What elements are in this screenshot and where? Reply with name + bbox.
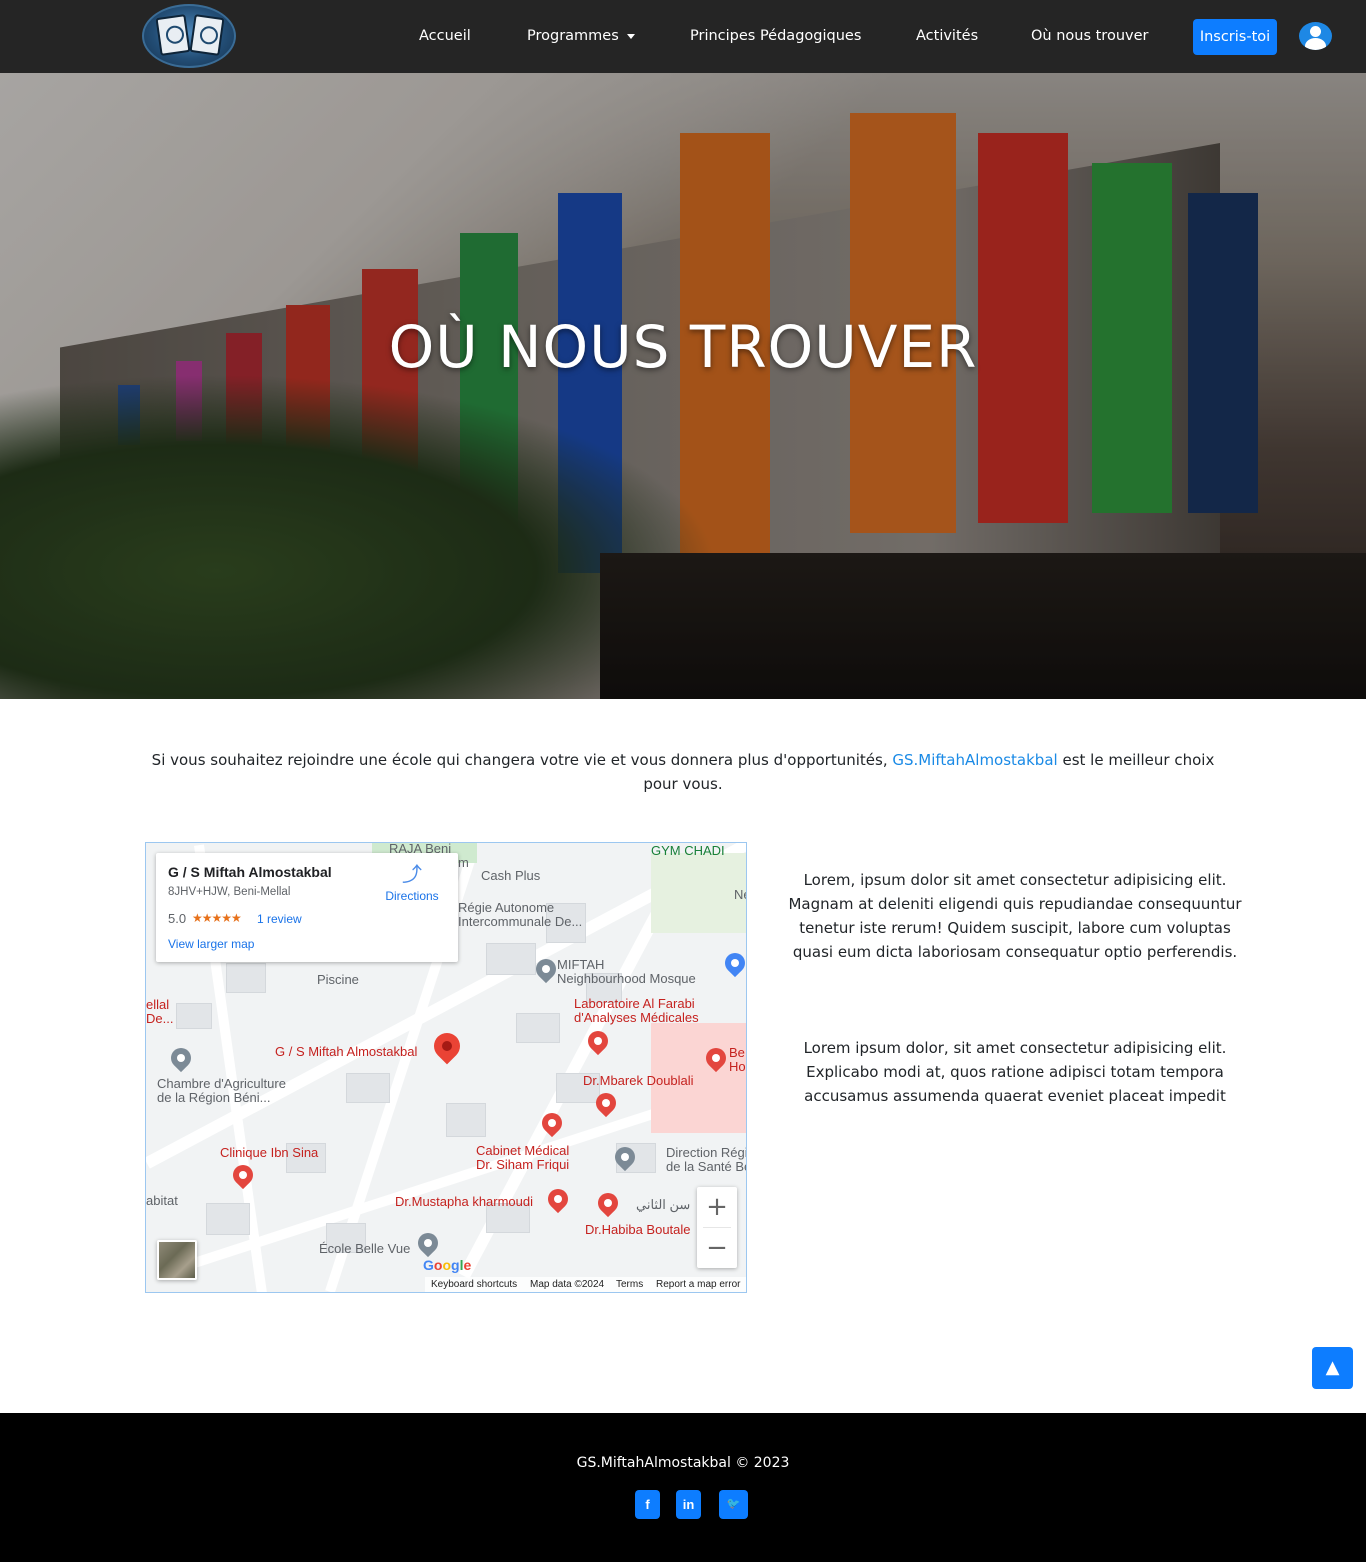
place-info-card: G / S Miftah Almostakbal 8JHV+HJW, Beni-…: [156, 853, 458, 962]
description-paragraph-1: Lorem, ipsum dolor sit amet consectetur …: [788, 871, 1242, 961]
satellite-toggle-button[interactable]: [157, 1240, 197, 1280]
map-block: [516, 1013, 560, 1043]
map-label: Régie Autonome: [458, 900, 555, 915]
map-label: Dr.Mustapha kharmoudi: [395, 1194, 534, 1209]
map-label-main: G / S Miftah Almostakbal: [275, 1044, 418, 1059]
map-label: ellal: [146, 997, 170, 1012]
directions-label: Directions: [385, 889, 439, 903]
shopping-pin-icon[interactable]: [720, 948, 746, 978]
school-pin-icon[interactable]: [413, 1228, 443, 1258]
report-map-error-link[interactable]: Report a map error: [656, 1279, 740, 1290]
nav-link-principes[interactable]: Principes Pédagogiques: [690, 28, 861, 44]
zoom-out-button[interactable]: −: [697, 1228, 737, 1268]
map-label: Cabinet Médical: [476, 1143, 570, 1158]
map-label: Neighbourhood Mosque: [557, 971, 696, 986]
caret-down-icon: [626, 33, 635, 39]
map-block: [346, 1073, 390, 1103]
user-icon-head: [1310, 26, 1321, 37]
reviews-link[interactable]: 1 review: [257, 912, 302, 926]
place-address: 8JHV+HJW, Beni-Mellal: [168, 886, 291, 898]
view-larger-map-link[interactable]: View larger map: [168, 937, 254, 951]
place-name: G / S Miftah Almostakbal: [168, 864, 332, 880]
hero-banner: OÙ NOUS TROUVER: [0, 73, 1366, 699]
place-rating: 5.0: [168, 911, 187, 926]
hero-overlay: [0, 73, 1366, 699]
map-label: Clinique Ibn Sina: [220, 1145, 319, 1160]
school-link[interactable]: GS.MiftahAlmostakbal: [892, 751, 1057, 769]
map-label: De...: [146, 1011, 174, 1026]
map-label: Laboratoire Al Farabi: [574, 996, 695, 1011]
clinic-pin-icon[interactable]: [228, 1160, 258, 1190]
map-label: d'Analyses Médicales: [574, 1010, 699, 1025]
map-label: Be: [729, 1045, 745, 1060]
map-block: [176, 1003, 212, 1029]
map-label: Dr. Siham Friqui: [476, 1157, 570, 1172]
doctor-pin-icon[interactable]: [543, 1184, 573, 1214]
nav-link-programmes-label: Programmes: [527, 28, 619, 44]
arrow-up-icon: ▲: [1325, 1357, 1340, 1378]
map-label: Intercommunale De...: [458, 914, 583, 929]
zoom-in-button[interactable]: +: [697, 1187, 737, 1227]
map-block: [226, 963, 266, 993]
logo-book-right: [189, 14, 225, 56]
google-logo: Google: [423, 1257, 472, 1273]
map-label: Ne: [734, 887, 746, 902]
map-label: m: [458, 855, 469, 870]
footer: GS.MiftahAlmostakbal © 2023 f in 🐦: [0, 1413, 1366, 1562]
description-paragraph-2: Lorem ipsum dolor, sit amet consectetur …: [803, 1039, 1227, 1105]
zoom-controls: + −: [697, 1187, 737, 1268]
intro-text: Si vous souhaitez rejoindre une école qu…: [140, 748, 1226, 796]
map-label: de la Région Béni...: [157, 1090, 271, 1105]
map-label: سن الثاني: [636, 1197, 691, 1212]
copyright-text: GS.MiftahAlmostakbal © 2023: [576, 1455, 790, 1471]
intro-text-before: Si vous souhaitez rejoindre une école qu…: [151, 751, 888, 769]
map-label: Piscine: [317, 972, 359, 987]
doctor-pin-icon[interactable]: [593, 1188, 623, 1218]
map-label: MIFTAH: [557, 957, 605, 972]
map-label: Dr.Habiba Boutale: [585, 1222, 691, 1237]
map-park: [651, 853, 746, 933]
nav-link-programmes[interactable]: Programmes: [527, 28, 635, 44]
user-icon-body: [1305, 38, 1326, 50]
map-block: [446, 1103, 486, 1137]
map-label: GYM CHADI: [651, 843, 725, 858]
back-to-top-button[interactable]: ▲: [1312, 1347, 1353, 1389]
map-attribution-bar: Keyboard shortcuts Map data ©2024 Terms …: [425, 1277, 746, 1292]
map-data-label: Map data ©2024: [530, 1279, 605, 1290]
map-label: École Belle Vue: [319, 1241, 411, 1256]
navbar: Accueil Programmes Principes Pédagogique…: [0, 0, 1366, 73]
nav-link-accueil[interactable]: Accueil: [419, 28, 471, 44]
map-block: [486, 943, 536, 975]
keyboard-shortcuts-link[interactable]: Keyboard shortcuts: [431, 1279, 517, 1290]
government-pin-icon[interactable]: [166, 1043, 196, 1073]
map-label: abitat: [146, 1193, 178, 1208]
facebook-icon[interactable]: f: [635, 1490, 660, 1519]
linkedin-icon[interactable]: in: [676, 1490, 701, 1519]
map-label: Cash Plus: [481, 868, 541, 883]
twitter-icon[interactable]: 🐦: [719, 1490, 748, 1519]
main-location-pin-icon[interactable]: [428, 1027, 466, 1065]
terms-link[interactable]: Terms: [616, 1279, 643, 1290]
star-rating-icon: ★★★★★: [192, 911, 242, 925]
page-title: OÙ NOUS TROUVER: [388, 313, 978, 381]
map-label: Chambre d'Agriculture: [157, 1076, 286, 1091]
inscris-toi-button[interactable]: Inscris-toi: [1193, 19, 1277, 55]
google-map[interactable]: RAJA Beni m Cash Plus GYM CHADI Ne Régie…: [145, 842, 747, 1293]
school-logo[interactable]: [142, 4, 236, 68]
directions-button[interactable]: ⤴ Directions: [378, 865, 446, 903]
directions-icon: ⤴: [402, 864, 422, 886]
user-account-icon[interactable]: [1299, 22, 1332, 50]
map-label: de la Santé Béni M: [666, 1159, 746, 1174]
map-label: Ho: [729, 1059, 746, 1074]
nav-link-activites[interactable]: Activités: [916, 28, 978, 44]
nav-link-ou-nous-trouver[interactable]: Où nous trouver: [1031, 28, 1148, 44]
logo-book-left: [155, 14, 191, 56]
map-block: [206, 1203, 250, 1235]
map-label: Dr.Mbarek Doublali: [583, 1073, 694, 1088]
map-label: Direction Régiona: [666, 1145, 746, 1160]
